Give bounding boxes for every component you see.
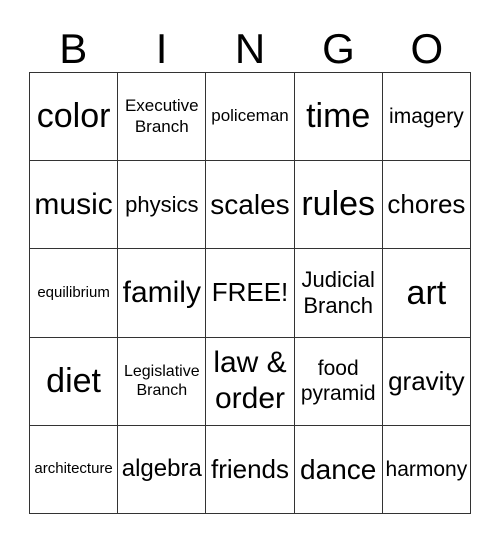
header-letter-i: I bbox=[155, 25, 168, 72]
bingo-cell[interactable]: Legislative Branch bbox=[118, 337, 207, 426]
bingo-cell[interactable]: policeman bbox=[206, 73, 295, 162]
bingo-cell[interactable]: scales bbox=[206, 161, 295, 250]
bingo-cell[interactable]: music bbox=[30, 161, 119, 250]
bingo-cell[interactable]: imagery bbox=[382, 73, 471, 162]
bingo-header: B I N G O bbox=[29, 26, 471, 72]
bingo-cell[interactable]: law & order bbox=[206, 337, 295, 426]
bingo-cell[interactable]: physics bbox=[118, 161, 207, 250]
bingo-cell[interactable]: chores bbox=[382, 161, 471, 250]
bingo-cell[interactable]: rules bbox=[294, 161, 383, 250]
bingo-grid: color Executive Branch policeman time imager… bbox=[29, 72, 471, 514]
bingo-cell[interactable]: Judicial Branch bbox=[294, 249, 383, 338]
bingo-cell[interactable]: gravity bbox=[382, 337, 471, 426]
bingo-cell[interactable]: algebra bbox=[118, 425, 207, 514]
bingo-cell[interactable]: equilibrium bbox=[30, 249, 119, 338]
bingo-cell[interactable]: time bbox=[294, 73, 383, 162]
bingo-cell[interactable]: art bbox=[382, 249, 471, 338]
bingo-cell[interactable]: FREE! bbox=[206, 249, 295, 338]
header-letter-b: B bbox=[59, 25, 88, 72]
header-letter-n: N bbox=[234, 25, 266, 72]
header-letter-g: G bbox=[322, 25, 355, 72]
bingo-cell[interactable]: friends bbox=[206, 425, 295, 514]
bingo-cell[interactable]: architecture bbox=[30, 425, 119, 514]
header-letter-o: O bbox=[410, 25, 444, 72]
bingo-cell[interactable]: dance bbox=[294, 425, 383, 514]
bingo-cell[interactable]: color bbox=[30, 73, 119, 162]
bingo-cell[interactable]: family bbox=[118, 249, 207, 338]
bingo-cell[interactable]: food pyramid bbox=[294, 337, 383, 426]
bingo-cell[interactable]: diet bbox=[30, 337, 119, 426]
bingo-cell[interactable]: harmony bbox=[382, 425, 471, 514]
bingo-cell[interactable]: Executive Branch bbox=[118, 73, 207, 162]
